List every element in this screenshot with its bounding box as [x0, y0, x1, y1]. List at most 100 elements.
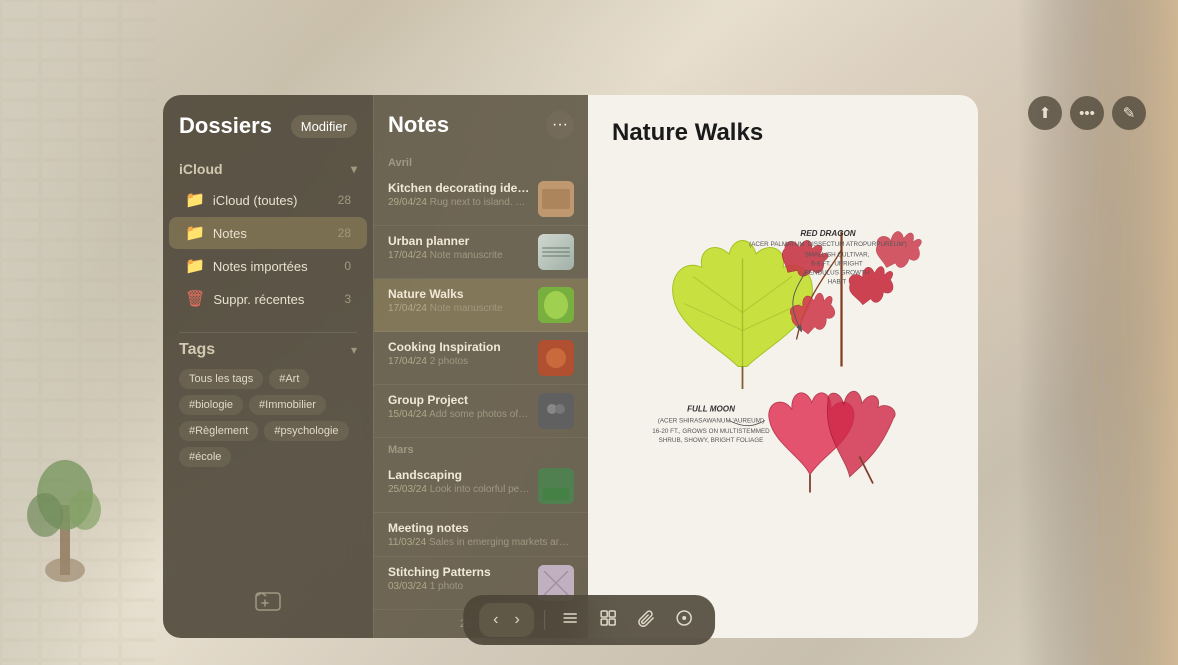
folder-name-imported: Notes importées: [213, 259, 344, 274]
tag-psychologie[interactable]: #psychologie: [264, 421, 348, 441]
note-detail: Nature Walks: [588, 95, 978, 638]
tags-section: Tags ▾ Tous les tags #Art #biologie #Imm…: [163, 341, 373, 574]
note-thumb-cooking: [538, 340, 574, 376]
note-info-stitching: Stitching Patterns 03/03/24 1 photo: [388, 565, 530, 592]
note-info-kitchen: Kitchen decorating ideas 29/04/24 Rug ne…: [388, 181, 530, 208]
svg-text:(ACER SHIRASAWANUM 'AUREUM'): (ACER SHIRASAWANUM 'AUREUM'): [658, 417, 765, 424]
tag-all[interactable]: Tous les tags: [179, 369, 263, 389]
folder-item-trash[interactable]: 🗑 Suppr. récentes 3: [169, 283, 367, 315]
note-meta-nature: 17/04/24 Note manuscrite: [388, 303, 530, 314]
note-meta-group: 15/04/24 Add some photos of the...: [388, 409, 530, 420]
folder-section: iCloud ▾ 📁 iCloud (toutes) 28 📁 Notes 28…: [163, 155, 373, 324]
note-info-landscaping: Landscaping 25/03/24 Look into colorful …: [388, 468, 530, 495]
note-detail-content: Nature Walks: [588, 95, 978, 638]
note-title-stitching: Stitching Patterns: [388, 565, 530, 579]
folder-icon-imported: 📁: [185, 256, 205, 276]
grid-view-button[interactable]: [593, 605, 623, 636]
nav-button[interactable]: [669, 605, 699, 636]
share-button[interactable]: ⬆: [1028, 96, 1062, 130]
nature-drawing: RED DRAGON (ACER PALMATUM 'DISSECTUM ATR…: [612, 163, 954, 543]
tag-biologie[interactable]: #biologie: [179, 395, 243, 415]
svg-text:6-8 FT., UPRIGHT: 6-8 FT., UPRIGHT: [811, 261, 863, 268]
note-item-meeting[interactable]: Meeting notes 11/03/24 Sales in emerging…: [374, 513, 588, 557]
note-meta-urban: 17/04/24 Note manuscrite: [388, 250, 530, 261]
tag-ecole[interactable]: #école: [179, 447, 231, 467]
note-meta-kitchen: 29/04/24 Rug next to island. Cont...: [388, 197, 530, 208]
svg-text:SHRUB, SHOWY, BRIGHT FOLIAGE: SHRUB, SHOWY, BRIGHT FOLIAGE: [659, 437, 764, 444]
note-title-urban: Urban planner: [388, 234, 530, 248]
icloud-label: iCloud: [179, 161, 223, 177]
note-meta-stitching: 03/03/24 1 photo: [388, 581, 530, 592]
folder-icon-notes: 📁: [185, 223, 205, 243]
note-title-nature: Nature Walks: [388, 287, 530, 301]
attachment-button[interactable]: [631, 605, 661, 636]
forward-button[interactable]: ›: [509, 607, 526, 633]
note-title-landscaping: Landscaping: [388, 468, 530, 482]
note-title-meeting: Meeting notes: [388, 521, 574, 535]
folder-name-notes: Notes: [213, 226, 338, 241]
svg-text:SMALLISH CULTIVAR,: SMALLISH CULTIVAR,: [805, 252, 870, 259]
note-info-nature: Nature Walks 17/04/24 Note manuscrite: [388, 287, 530, 314]
modifier-button[interactable]: Modifier: [291, 115, 357, 138]
note-meta-cooking: 17/04/24 2 photos: [388, 356, 530, 367]
list-view-button[interactable]: [555, 605, 585, 636]
svg-text:PENDULUS GROWTH: PENDULUS GROWTH: [805, 270, 870, 277]
notes-menu-button[interactable]: ···: [546, 111, 574, 139]
tags-chevron: ▾: [351, 343, 357, 357]
new-folder-icon: [254, 586, 282, 614]
compass-icon: [675, 609, 693, 627]
note-thumb-group: [538, 393, 574, 429]
svg-text:16-20 FT., GROWS ON MULTISTEMM: 16-20 FT., GROWS ON MULTISTEMMED: [652, 428, 770, 435]
sidebar-divider: [179, 332, 357, 333]
back-button[interactable]: ‹: [487, 607, 504, 633]
folder-count-icloud-all: 28: [338, 193, 351, 207]
note-title-kitchen: Kitchen decorating ideas: [388, 181, 530, 195]
sidebar-footer: [163, 574, 373, 620]
note-info-group: Group Project 15/04/24 Add some photos o…: [388, 393, 530, 420]
note-info-cooking: Cooking Inspiration 17/04/24 2 photos: [388, 340, 530, 367]
sidebar: Dossiers Modifier iCloud ▾ 📁 iCloud (tou…: [163, 95, 373, 638]
note-detail-title: Nature Walks: [612, 119, 954, 147]
tag-immobilier[interactable]: #Immobilier: [249, 395, 326, 415]
compose-button[interactable]: ✎: [1112, 96, 1146, 130]
folder-item-notes[interactable]: 📁 Notes 28: [169, 217, 367, 249]
folder-name-trash: Suppr. récentes: [213, 292, 344, 307]
folder-count-notes: 28: [338, 226, 351, 240]
note-item-urban[interactable]: Urban planner 17/04/24 Note manuscrite: [374, 226, 588, 279]
app-container: Dossiers Modifier iCloud ▾ 📁 iCloud (tou…: [163, 95, 978, 638]
note-item-cooking[interactable]: Cooking Inspiration 17/04/24 2 photos: [374, 332, 588, 385]
tags-header: Tags ▾: [179, 341, 357, 359]
note-item-group[interactable]: Group Project 15/04/24 Add some photos o…: [374, 385, 588, 438]
note-thumb-landscaping: [538, 468, 574, 504]
folder-count-imported: 0: [344, 259, 351, 273]
note-item-landscaping[interactable]: Landscaping 25/03/24 Look into colorful …: [374, 460, 588, 513]
toolbar-nav: ‹ ›: [479, 603, 534, 637]
note-title-cooking: Cooking Inspiration: [388, 340, 530, 354]
note-meta-landscaping: 25/03/24 Look into colorful peren...: [388, 484, 530, 495]
tag-art[interactable]: #Art: [269, 369, 309, 389]
folder-count-trash: 3: [344, 292, 351, 306]
paperclip-icon: [637, 609, 655, 627]
tag-reglement[interactable]: #Règlement: [179, 421, 258, 441]
sidebar-title: Dossiers: [179, 113, 272, 139]
svg-text:RED DRAGON: RED DRAGON: [800, 229, 855, 238]
folder-item-icloud-all[interactable]: 📁 iCloud (toutes) 28: [169, 184, 367, 216]
sidebar-header: Dossiers Modifier: [163, 113, 373, 155]
new-folder-button[interactable]: [254, 586, 282, 620]
bottom-toolbar: ‹ ›: [463, 595, 715, 645]
folder-item-imported[interactable]: 📁 Notes importées 0: [169, 250, 367, 282]
icloud-chevron: ▾: [351, 162, 357, 176]
note-item-kitchen[interactable]: Kitchen decorating ideas 29/04/24 Rug ne…: [374, 173, 588, 226]
toolbar-separator: [544, 610, 545, 630]
note-item-nature[interactable]: Nature Walks 17/04/24 Note manuscrite: [374, 279, 588, 332]
folder-name-icloud-all: iCloud (toutes): [213, 193, 338, 208]
section-label-mars: Mars: [374, 438, 588, 460]
icloud-section-header[interactable]: iCloud ▾: [163, 155, 373, 183]
trash-icon: 🗑: [185, 289, 205, 309]
more-options-button[interactable]: •••: [1070, 96, 1104, 130]
note-thumb-kitchen: [538, 181, 574, 217]
notes-menu-icon: ···: [552, 116, 568, 134]
svg-text:(ACER PALMATUM 'DISSECTUM ATRO: (ACER PALMATUM 'DISSECTUM ATROPURPUREUM'…: [749, 241, 907, 248]
folder-icon-icloud-all: 📁: [185, 190, 205, 210]
svg-text:HABIT: HABIT: [828, 279, 847, 286]
